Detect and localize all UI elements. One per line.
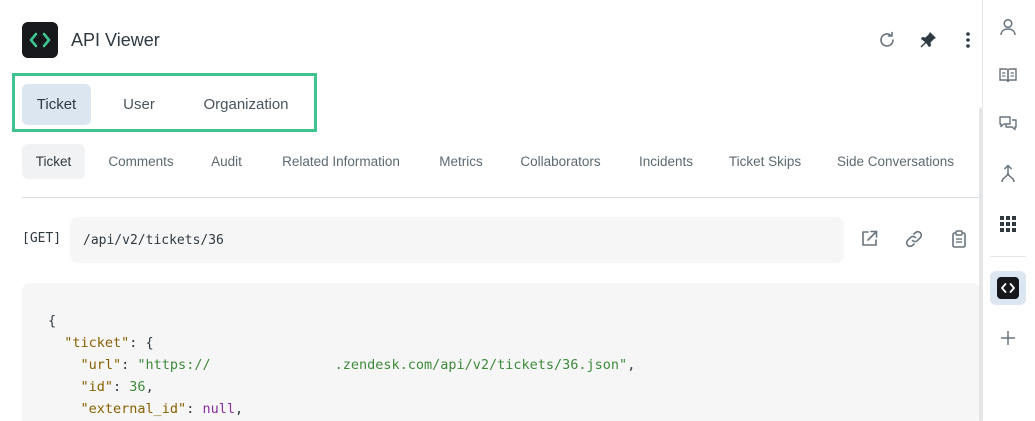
apps-grid-icon — [1000, 216, 1016, 232]
pin-button[interactable] — [916, 28, 940, 52]
rail-apps-button[interactable] — [996, 212, 1020, 236]
app-title: API Viewer — [71, 30, 160, 50]
refresh-icon — [880, 31, 894, 47]
rail-add-button[interactable] — [996, 326, 1020, 350]
merge-icon — [1001, 164, 1015, 183]
chat-icon — [999, 116, 1017, 131]
more-menu-button[interactable] — [956, 28, 980, 52]
rail-conversations-button[interactable] — [996, 112, 1020, 136]
json-key-external-id: "external_id" — [80, 401, 187, 417]
json-value-url-suffix: .zendesk.com/api/v2/tickets/36.json" — [334, 357, 628, 373]
subtab-comments[interactable]: Comments — [97, 144, 185, 179]
user-icon — [1000, 18, 1016, 36]
rail-knowledge-button[interactable] — [996, 63, 1020, 87]
tab-ticket[interactable]: Ticket — [22, 84, 91, 125]
json-ticket-open: : { — [129, 335, 154, 351]
code-brackets-icon — [1001, 283, 1015, 293]
tabs-divider — [22, 197, 980, 198]
refresh-button[interactable] — [875, 28, 899, 52]
rail-api-viewer-button[interactable] — [996, 276, 1020, 300]
copy-response-button[interactable] — [947, 227, 971, 251]
clipboard-icon — [952, 230, 966, 248]
book-icon — [999, 68, 1017, 83]
json-value-url-prefix: "https:// — [137, 357, 211, 373]
subtab-ticket[interactable]: Ticket — [22, 144, 85, 179]
copy-link-button[interactable] — [902, 227, 926, 251]
endpoint-url-field[interactable]: /api/v2/tickets/36 — [70, 217, 844, 263]
api-viewer-app-badge — [997, 277, 1019, 299]
json-open-brace: { — [48, 313, 57, 329]
subtab-related-information[interactable]: Related Information — [268, 144, 414, 179]
pin-icon — [920, 32, 936, 48]
json-value-external-id: null — [202, 401, 235, 417]
json-response-code: { "ticket": { "url": "https://.zendesk.c… — [48, 313, 636, 417]
plus-icon — [1001, 331, 1015, 345]
subtab-incidents[interactable]: Incidents — [626, 144, 706, 179]
json-key-url: "url" — [80, 357, 122, 373]
http-method: [GET] — [22, 231, 62, 246]
json-key-ticket: "ticket" — [64, 335, 130, 351]
subtab-ticket-skips[interactable]: Ticket Skips — [717, 144, 813, 179]
code-brackets-icon — [29, 32, 51, 48]
rail-user-button[interactable] — [996, 15, 1020, 39]
subtab-audit[interactable]: Audit — [196, 144, 257, 179]
json-value-id: 36 — [129, 379, 146, 395]
subtab-side-conversations[interactable]: Side Conversations — [825, 144, 966, 179]
link-icon — [905, 230, 923, 248]
tab-organization[interactable]: Organization — [188, 84, 304, 125]
subtab-collaborators[interactable]: Collaborators — [507, 144, 614, 179]
more-vertical-icon — [966, 32, 970, 48]
json-key-id: "id" — [80, 379, 114, 395]
tab-user[interactable]: User — [106, 84, 172, 125]
endpoint-path: /api/v2/tickets/36 — [83, 232, 224, 248]
subtab-metrics[interactable]: Metrics — [426, 144, 496, 179]
app-logo — [22, 22, 58, 58]
rail-separator — [990, 256, 1026, 257]
external-link-icon — [862, 230, 878, 246]
open-external-button[interactable] — [857, 227, 881, 251]
rail-merge-button[interactable] — [996, 162, 1020, 186]
